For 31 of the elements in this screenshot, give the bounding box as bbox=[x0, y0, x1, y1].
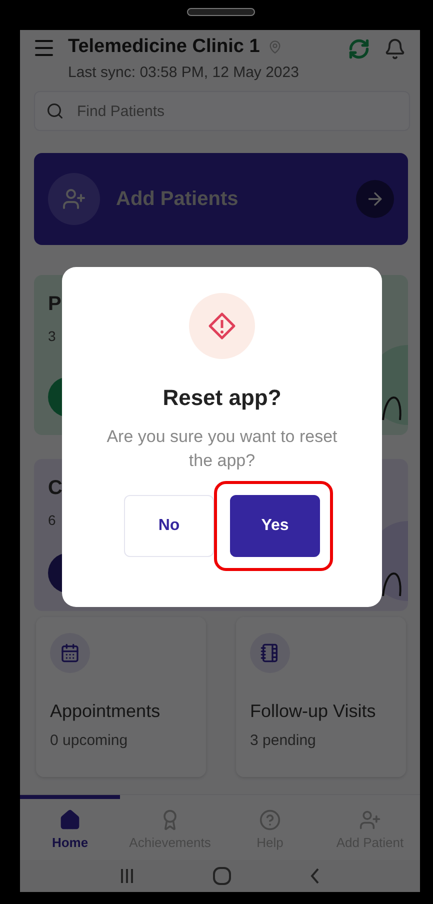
back-icon[interactable] bbox=[309, 868, 321, 884]
notebook-icon bbox=[260, 643, 280, 663]
recent-apps-icon[interactable] bbox=[119, 868, 135, 884]
card-title: P bbox=[48, 293, 62, 316]
home-icon bbox=[59, 809, 81, 831]
search-field[interactable]: Find Patients bbox=[34, 91, 410, 131]
search-icon bbox=[46, 102, 64, 120]
clinic-title: Telemedicine Clinic 1 bbox=[68, 36, 260, 58]
stat-card[interactable]: Follow-up Visits 3 pending bbox=[236, 617, 406, 777]
stat-title: Appointments bbox=[50, 701, 162, 722]
add-patients-card[interactable]: Add Patients bbox=[34, 153, 408, 245]
stat-title: Follow-up Visits bbox=[250, 701, 377, 722]
sync-icon[interactable] bbox=[348, 38, 370, 60]
add-user-icon bbox=[359, 809, 381, 831]
last-sync-text: Last sync: 03:58 PM, 12 May 2023 bbox=[68, 64, 300, 81]
dialog-message: Are you sure you want to reset the app? bbox=[106, 426, 338, 472]
stat-subtitle: 0 upcoming bbox=[50, 732, 129, 749]
phone-notch bbox=[187, 8, 255, 16]
arrow-right-icon bbox=[356, 180, 394, 218]
card-subtitle: 3 bbox=[48, 328, 56, 344]
help-icon bbox=[259, 809, 281, 831]
stat-subtitle: 3 pending bbox=[250, 732, 317, 749]
calendar-icon bbox=[60, 643, 80, 663]
dialog-title: Reset app? bbox=[162, 385, 282, 411]
card-subtitle: 6 bbox=[48, 512, 56, 528]
confirm-button[interactable]: Yes bbox=[230, 494, 320, 557]
card-title: C bbox=[48, 477, 62, 500]
location-pin-icon bbox=[268, 40, 282, 54]
notification-bell-icon[interactable] bbox=[384, 38, 406, 60]
stat-card[interactable]: Appointments 0 upcoming bbox=[36, 617, 206, 777]
cancel-button[interactable]: No bbox=[124, 494, 214, 557]
